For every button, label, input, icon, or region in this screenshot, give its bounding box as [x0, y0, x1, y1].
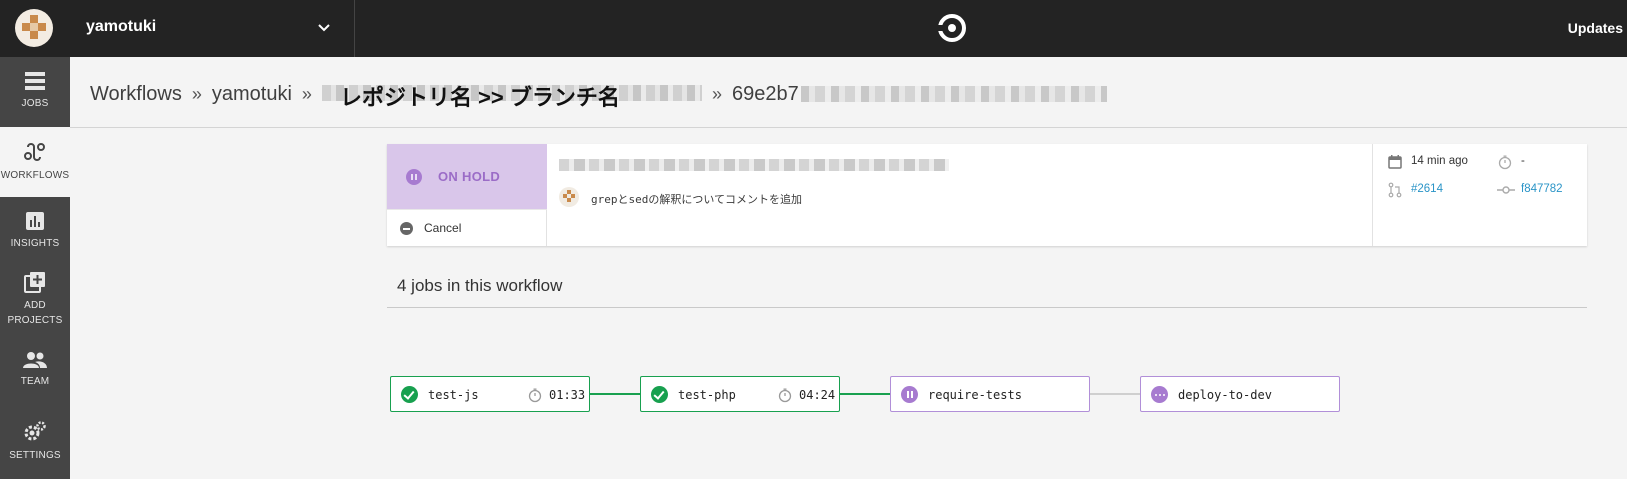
job-connector [590, 393, 640, 395]
breadcrumb-workflows[interactable]: Workflows [90, 83, 182, 106]
sidebar-item-label: WORKFLOWS [0, 170, 70, 181]
pull-request-icon [1388, 182, 1402, 198]
sidebar: JOBS WORKFLOWS INSIGHTS ADD PROJECTS TEA… [0, 57, 70, 479]
people-icon [23, 352, 47, 368]
repo-branch-label: レポジトリ名 >> ブランチ名 [339, 85, 620, 110]
minus-circle-icon [400, 222, 413, 235]
status-badge: ON HOLD [387, 144, 547, 209]
job-name: require-tests [928, 388, 1022, 402]
commit-author-avatar [559, 187, 579, 207]
sidebar-item-settings[interactable]: SETTINGS [0, 407, 70, 479]
org-avatar[interactable] [15, 9, 53, 47]
circleci-logo-icon[interactable] [937, 13, 967, 43]
calendar-icon [1388, 155, 1402, 169]
jobs-heading: 4 jobs in this workflow [397, 276, 563, 295]
commit-message: grepとsedの解釈についてコメントを追加 [591, 193, 803, 206]
bar-chart-icon [26, 212, 44, 230]
add-library-icon [24, 272, 45, 293]
commit-column: grepとsedの解釈についてコメントを追加 [547, 144, 1373, 246]
sidebar-item-insights[interactable]: INSIGHTS [0, 197, 70, 267]
pr-number: #2614 [1411, 183, 1443, 195]
stopwatch-icon [1498, 155, 1512, 170]
breadcrumb-org[interactable]: yamotuki [212, 83, 292, 106]
breadcrumb-commit-sha: 69e2b7 [731, 82, 799, 105]
job-duration: 04:24 [799, 388, 836, 402]
workflow-icon [24, 143, 45, 161]
job-card-test-php[interactable]: test-php 04:24 [640, 376, 840, 412]
check-circle-icon [401, 386, 418, 403]
job-card-deploy-to-dev[interactable]: deploy-to-dev [1140, 376, 1340, 412]
job-card-test-js[interactable]: test-js 01:33 [390, 376, 590, 412]
org-switcher-name[interactable]: yamotuki [86, 18, 156, 36]
sidebar-item-jobs[interactable]: JOBS [0, 57, 70, 127]
job-name: deploy-to-dev [1178, 388, 1272, 402]
avatar-icon [563, 190, 575, 202]
sidebar-item-workflows[interactable]: WORKFLOWS [0, 127, 70, 197]
meta-column: 14 min ago - #2614 f847782 [1373, 144, 1587, 246]
breadcrumb: Workflows » yamotuki » レポジトリ名 >> ブランチ名 »… [90, 80, 1107, 110]
divider [387, 307, 1587, 308]
job-duration: 01:33 [549, 388, 586, 402]
job-card-require-tests[interactable]: require-tests [890, 376, 1090, 412]
pause-icon [901, 386, 918, 403]
stopwatch-icon [778, 388, 792, 403]
redacted-text [559, 159, 949, 171]
commit-sha-text: f847782 [1521, 183, 1563, 195]
status-text: ON HOLD [438, 169, 501, 184]
breadcrumb-separator: » [301, 83, 312, 104]
more-dots-icon [1151, 386, 1168, 403]
breadcrumb-separator: » [711, 83, 722, 104]
job-connector [840, 393, 890, 395]
sidebar-item-label: INSIGHTS [10, 238, 60, 249]
top-bar: yamotuki Updates [0, 0, 1627, 57]
sidebar-item-label: SETTINGS [9, 450, 61, 461]
stopwatch-icon [528, 388, 542, 403]
breadcrumb-repo-branch[interactable]: レポジトリ名 >> ブランチ名 [321, 80, 702, 110]
updates-link[interactable]: Updates [1568, 20, 1623, 36]
job-name: test-js [428, 388, 479, 402]
sidebar-item-add-projects[interactable]: ADD PROJECTS [0, 267, 70, 337]
org-avatar-icon [22, 15, 46, 39]
workflow-summary-card: ON HOLD Cancel grepとsedの解釈についてコメントを追加 14… [387, 144, 1587, 246]
cancel-button[interactable]: Cancel [387, 209, 547, 246]
sidebar-item-team[interactable]: TEAM [0, 337, 70, 407]
topbar-divider [354, 0, 355, 57]
cancel-label: Cancel [424, 221, 462, 235]
pause-icon [406, 169, 422, 185]
page-header: Workflows » yamotuki » レポジトリ名 >> ブランチ名 »… [70, 57, 1627, 128]
list-icon [25, 72, 45, 90]
sidebar-item-label: TEAM [20, 376, 50, 387]
breadcrumb-separator: » [191, 83, 202, 104]
job-name: test-php [678, 388, 736, 402]
gears-icon [24, 421, 46, 441]
sidebar-item-label: JOBS [21, 98, 49, 109]
status-column: ON HOLD Cancel [387, 144, 547, 246]
started-text: 14 min ago [1411, 155, 1468, 167]
chevron-down-icon[interactable] [317, 18, 331, 38]
job-connector [1090, 393, 1140, 395]
commit-icon [1497, 186, 1515, 194]
duration-text: - [1521, 155, 1525, 167]
sidebar-item-label: ADD PROJECTS [7, 300, 63, 326]
redacted-text [800, 86, 1107, 102]
check-circle-icon [651, 386, 668, 403]
